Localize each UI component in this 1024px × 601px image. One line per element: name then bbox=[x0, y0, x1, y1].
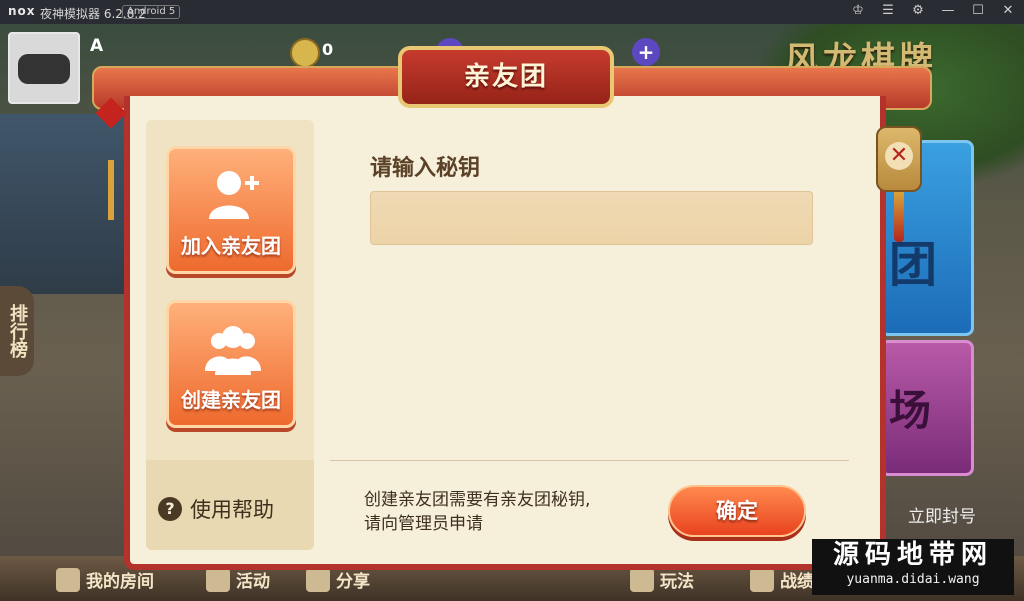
nav-my-room[interactable]: 我的房间 bbox=[56, 567, 154, 592]
create-club-button[interactable]: 创建亲友团 bbox=[166, 300, 296, 428]
side-link[interactable]: 立即封号 bbox=[908, 502, 976, 527]
confirm-button[interactable]: 确定 bbox=[668, 485, 806, 537]
nav-activity[interactable]: 活动 bbox=[206, 567, 270, 592]
watermark-url: yuanma.didai.wang bbox=[846, 572, 980, 587]
note-line-2: 请向管理员申请 bbox=[364, 514, 483, 534]
coin-icon bbox=[290, 38, 320, 68]
close-icon: ✕ bbox=[885, 142, 913, 170]
share-icon bbox=[306, 567, 330, 592]
join-club-label: 加入亲友团 bbox=[181, 234, 281, 258]
nav-records[interactable]: 战绩 bbox=[750, 567, 814, 592]
trophy-icon bbox=[750, 567, 774, 592]
divider bbox=[330, 460, 849, 461]
close-window-icon[interactable]: ✕ bbox=[1000, 3, 1016, 19]
join-club-button[interactable]: 加入亲友团 bbox=[166, 146, 296, 274]
group-icon bbox=[205, 326, 261, 375]
theme-icon[interactable]: ♔ bbox=[850, 3, 866, 19]
create-note: 创建亲友团需要有亲友团秘钥, 请向管理员申请 bbox=[364, 488, 590, 536]
nox-logo: nox bbox=[8, 4, 36, 18]
nav-rules[interactable]: 玩法 bbox=[630, 567, 694, 592]
close-dialog-button[interactable]: ✕ bbox=[876, 126, 922, 192]
gift-icon bbox=[206, 567, 230, 592]
create-club-label: 创建亲友团 bbox=[181, 388, 281, 412]
leaderboard-button[interactable]: 排行榜 bbox=[0, 286, 34, 376]
maximize-icon[interactable]: ☐ bbox=[970, 3, 986, 19]
settings-icon[interactable]: ⚙ bbox=[910, 3, 926, 19]
dialog-title: 亲友团 bbox=[463, 62, 548, 92]
avatar[interactable] bbox=[8, 32, 80, 104]
emulator-titlebar: nox 夜神模拟器 6.2.8.2 Android 5 ♔ ☰ ⚙ — ☐ ✕ bbox=[0, 0, 1024, 24]
android-badge: Android 5 bbox=[122, 5, 181, 19]
question-icon: ? bbox=[158, 497, 182, 521]
help-label: 使用帮助 bbox=[190, 498, 274, 522]
help-button[interactable]: ? 使用帮助 bbox=[158, 494, 274, 524]
minimize-icon[interactable]: — bbox=[940, 3, 956, 19]
menu-icon[interactable]: ☰ bbox=[880, 3, 896, 19]
nav-share[interactable]: 分享 bbox=[306, 567, 370, 592]
coin-count: 0 bbox=[322, 40, 334, 59]
player-name: A bbox=[90, 36, 104, 56]
tassel-icon bbox=[894, 192, 904, 242]
note-line-1: 创建亲友团需要有亲友团秘钥, bbox=[364, 490, 591, 510]
add-gem-icon[interactable]: + bbox=[632, 38, 660, 66]
watermark-text: 源码地带网 bbox=[832, 540, 993, 570]
watermark: 源码地带网 yuanma.didai.wang bbox=[812, 539, 1014, 595]
book-icon bbox=[630, 567, 654, 592]
house-icon bbox=[56, 567, 80, 592]
add-user-icon bbox=[209, 171, 259, 219]
arena-tile-label: 场 bbox=[889, 386, 932, 435]
dialog-title-plaque: 亲友团 bbox=[398, 46, 614, 108]
window-controls: ♔ ☰ ⚙ — ☐ ✕ bbox=[850, 3, 1016, 19]
arena-tile[interactable]: 场 bbox=[880, 340, 974, 476]
chinese-knot-icon bbox=[95, 90, 127, 220]
key-prompt: 请输入秘钥 bbox=[370, 156, 481, 181]
key-input[interactable] bbox=[370, 191, 813, 245]
